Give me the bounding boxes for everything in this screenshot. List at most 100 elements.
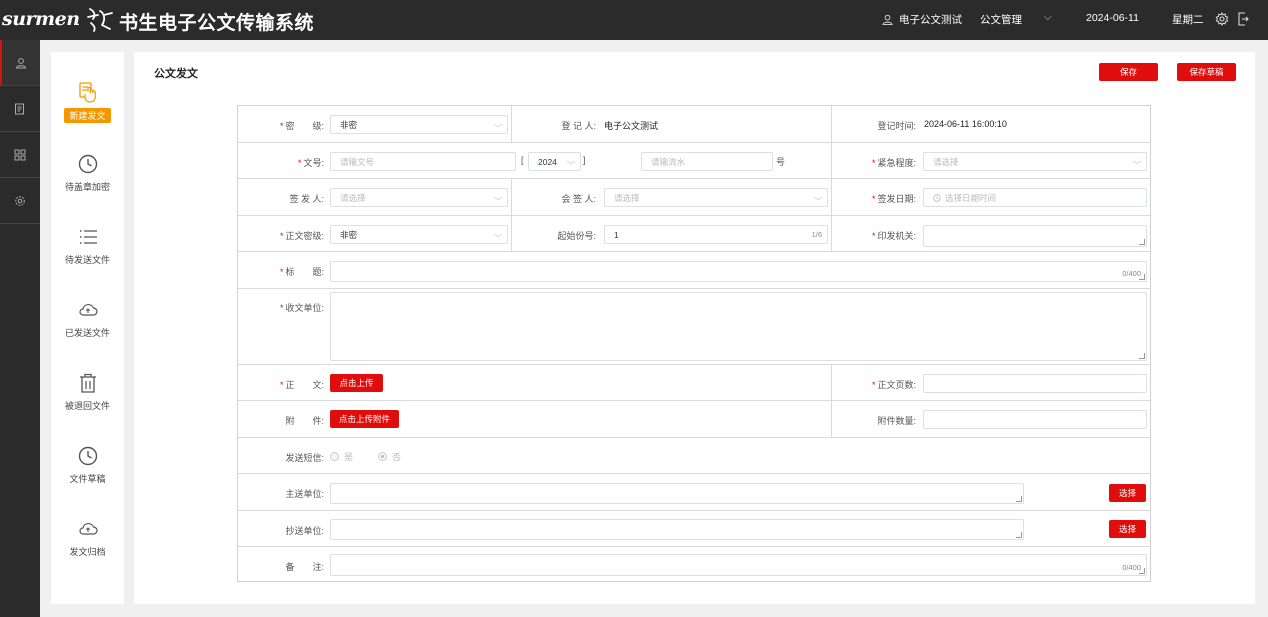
form-row: 附 件: 点击上传附件 附件数量: <box>238 401 1150 438</box>
sidebar-item-drafts[interactable]: 文件草稿 <box>51 444 124 485</box>
remarks-textarea[interactable]: 0/400 <box>330 554 1147 576</box>
select-cc-units-button[interactable]: 选择 <box>1109 520 1146 538</box>
clock-icon <box>78 154 97 174</box>
start-copy-no-input[interactable]: 1 1/6 <box>604 225 828 244</box>
secret-level-select[interactable]: 非密 ⌵ <box>330 115 508 134</box>
doc-number-input[interactable]: 请输文号 <box>330 152 516 171</box>
recipient-units-label: * 收文单位: <box>279 303 324 313</box>
cc-units-textarea[interactable] <box>330 519 1024 540</box>
form-row: * 文号: 请输文号 [ 2024 ⌵ ] 请输流水 号 * 紧急程度: 请选择 ⌵ <box>238 143 1150 179</box>
issue-date-picker[interactable]: 选择日期时间 <box>923 188 1147 207</box>
sidebar-item-sent[interactable]: 已发送文件 <box>51 298 124 339</box>
bracket-open: [ <box>521 155 524 165</box>
printing-org-textarea[interactable] <box>923 225 1147 247</box>
rail-item-apps[interactable] <box>0 132 40 178</box>
co-signer-select[interactable]: 请选择 ⌵ <box>604 188 828 207</box>
issuer-select[interactable]: 请选择 ⌵ <box>330 188 508 207</box>
user-icon <box>15 57 27 68</box>
main-send-units-textarea[interactable] <box>330 483 1024 504</box>
module-menu[interactable]: 公文管理 <box>980 12 1022 27</box>
cloud-upload-icon <box>78 303 98 316</box>
form-row: 主送单位: 选择 <box>238 474 1150 511</box>
sidebar-item-returned[interactable]: 被退回文件 <box>51 371 124 412</box>
urgency-select[interactable]: 请选择 ⌵ <box>923 152 1147 171</box>
issuer-label: 签 发 人: <box>289 194 324 204</box>
chevron-down-icon[interactable]: ⌵ <box>1044 12 1052 23</box>
app-title: 书生电子公文传输系统 <box>119 13 315 34</box>
grid-icon <box>14 149 26 160</box>
doc-year-select[interactable]: 2024 ⌵ <box>528 152 581 171</box>
body-pages-input[interactable] <box>923 374 1147 393</box>
select-main-units-button[interactable]: 选择 <box>1109 484 1146 502</box>
form-row: * 正 文: 点击上传 * 正文页数: <box>238 365 1150 401</box>
subject-label: * 标 题: <box>279 267 324 277</box>
form-row: * 正文密级: 非密 ⌵ 起始份号: 1 1/6 * 印发机关: <box>238 216 1150 252</box>
sidebar-item-label: 文件草稿 <box>69 474 106 484</box>
trash-icon <box>79 373 96 393</box>
body-secret-level-label: * 正文密级: <box>279 231 324 241</box>
radio-circle <box>378 452 387 461</box>
icon-rail <box>0 40 40 617</box>
printing-org-label: * 印发机关: <box>871 231 916 241</box>
rail-item-user[interactable] <box>0 40 40 86</box>
sms-no-radio[interactable]: 否 <box>378 450 401 463</box>
remarks-label: 备 注: <box>285 562 324 572</box>
secret-level-label: * 密 级: <box>279 121 324 131</box>
co-signer-label: 会 签 人: <box>561 194 596 204</box>
sidebar-item-new-dispatch[interactable]: 新建发文 <box>51 80 124 123</box>
rail-item-documents[interactable] <box>0 86 40 132</box>
save-draft-button[interactable]: 保存草稿 <box>1177 63 1236 81</box>
sidebar-item-pending-seal[interactable]: 待盖章加密 <box>51 152 124 193</box>
top-bar: surmen 书生电子公文传输系统 电子公文测试 公文管理 ⌵ 2024-06-… <box>0 0 1268 40</box>
cc-units-label: 抄送单位: <box>285 526 324 536</box>
page-title: 公文发文 <box>154 68 198 80</box>
sms-yes-radio[interactable]: 是 <box>330 450 353 463</box>
form-row: 抄送单位: 选择 <box>238 511 1150 547</box>
issue-date-label: * 签发日期: <box>871 194 916 204</box>
form-row: * 收文单位: <box>238 289 1150 365</box>
current-weekday: 星期二 <box>1172 14 1204 26</box>
list-icon <box>79 230 97 244</box>
logo-text: surmen <box>2 8 80 30</box>
sidebar-item-label: 被退回文件 <box>64 401 110 411</box>
radio-circle <box>330 452 339 461</box>
user-name: 电子公文测试 <box>899 14 962 26</box>
upload-body-button[interactable]: 点击上传 <box>330 374 383 392</box>
body-pages-label: * 正文页数: <box>871 380 916 390</box>
brand-logo: surmen <box>2 5 114 33</box>
sidebar-item-pending-send[interactable]: 待发送文件 <box>51 225 124 266</box>
sidebar: 新建发文 待盖章加密 待发送文件 已发送文件 被退回文件 文件草稿 发文归档 <box>51 52 124 604</box>
rail-item-settings[interactable] <box>0 178 40 224</box>
hand-document-icon <box>78 82 96 103</box>
user-menu[interactable]: 电子公文测试 <box>882 12 962 27</box>
sidebar-item-label: 待发送文件 <box>64 255 110 265</box>
body-label: * 正 文: <box>279 380 324 390</box>
calligraphy-logo-mark <box>86 8 113 32</box>
subject-textarea[interactable]: 0/400 <box>330 261 1147 282</box>
register-time-label: 登记时间: <box>877 121 916 131</box>
form-row: 签 发 人: 请选择 ⌵ 会 签 人: 请选择 ⌵ * 签发日期: 选择日期时间 <box>238 179 1150 216</box>
registrar-label: 登 记 人: <box>561 121 596 131</box>
attachment-label: 附 件: <box>285 416 324 426</box>
send-sms-label: 发送短信: <box>285 453 324 463</box>
save-button[interactable]: 保存 <box>1099 63 1158 81</box>
register-time-value: 2024-06-11 16:00:10 <box>924 119 1007 129</box>
cloud-upload-icon <box>78 522 98 535</box>
recipient-units-textarea[interactable] <box>330 292 1147 361</box>
form-row: 备 注: 0/400 <box>238 547 1150 581</box>
registrar-value: 电子公文测试 <box>604 121 659 131</box>
doc-serial-input[interactable]: 请输流水 <box>641 152 773 171</box>
sidebar-item-label: 已发送文件 <box>64 328 110 338</box>
attachment-count-label: 附件数量: <box>877 416 916 426</box>
form-row: * 密 级: 非密 ⌵ 登 记 人: 电子公文测试 登记时间: 2024-06-11… <box>238 106 1150 143</box>
upload-attachment-button[interactable]: 点击上传附件 <box>330 410 399 428</box>
main-send-units-label: 主送单位: <box>285 489 324 499</box>
gear-icon[interactable] <box>1215 12 1229 26</box>
current-date: 2024-06-11 <box>1086 12 1139 24</box>
attachment-count-input[interactable] <box>923 410 1147 429</box>
urgency-label: * 紧急程度: <box>871 158 916 168</box>
body-secret-level-select[interactable]: 非密 ⌵ <box>330 225 508 244</box>
clock-icon <box>933 193 941 202</box>
logout-icon[interactable] <box>1237 12 1249 26</box>
sidebar-item-archive[interactable]: 发文归档 <box>51 517 124 558</box>
